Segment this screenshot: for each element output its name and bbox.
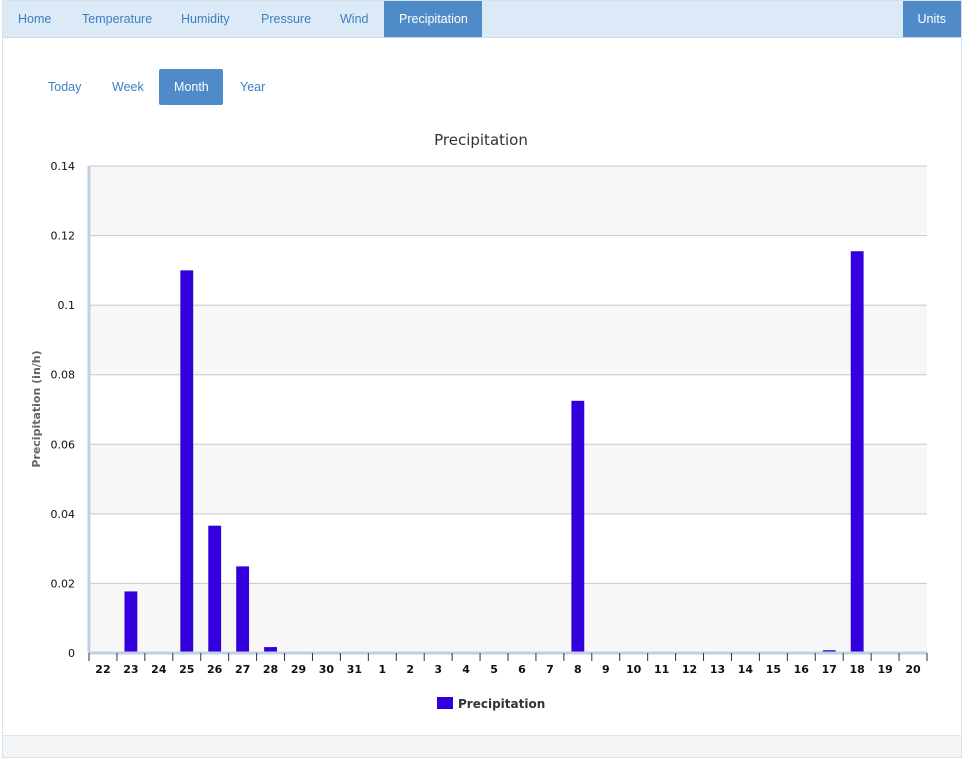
tab-today[interactable]: Today	[33, 69, 96, 105]
x-tick-label: 24	[151, 663, 167, 676]
x-tick-label: 26	[207, 663, 223, 676]
y-tick-label: 0.04	[51, 508, 76, 521]
y-tick-label: 0.1	[58, 299, 76, 312]
tab-week[interactable]: Week	[97, 69, 159, 105]
x-tick-label: 7	[546, 663, 554, 676]
x-tick-label: 27	[235, 663, 250, 676]
x-tick-label: 8	[574, 663, 582, 676]
x-tick-label: 19	[877, 663, 892, 676]
tab-year[interactable]: Year	[225, 69, 280, 105]
x-tick-label: 23	[123, 663, 138, 676]
y-tick-labels: 0 0.02 0.04 0.06 0.08 0.1 0.12 0.14	[51, 160, 76, 660]
x-tick-label: 10	[626, 663, 642, 676]
precipitation-chart: Precipitation 0 0.02 0.04 0.06 0.08 0.1 0.12 0.…	[30, 131, 928, 711]
x-tick-label: 17	[822, 663, 837, 676]
nav-item-humidity[interactable]: Humidity	[166, 1, 245, 37]
footer-bar	[3, 735, 961, 757]
legend[interactable]: Precipitation	[437, 697, 545, 711]
plot-band	[89, 444, 927, 514]
x-tick-label: 28	[263, 663, 278, 676]
nav-item-precipitation[interactable]: Precipitation	[384, 1, 482, 37]
top-navbar: Home Temperature Humidity Pressure Wind …	[3, 1, 961, 38]
x-tick-label: 18	[850, 663, 865, 676]
x-tick-label: 20	[905, 663, 921, 676]
y-tick-label: 0.02	[51, 577, 76, 590]
bar[interactable]	[850, 251, 864, 653]
bar[interactable]	[571, 400, 585, 653]
x-tick-label: 5	[490, 663, 498, 676]
x-tick-label: 9	[602, 663, 610, 676]
legend-label: Precipitation	[458, 697, 545, 711]
x-tick-label: 16	[794, 663, 810, 676]
x-tick-label: 22	[95, 663, 110, 676]
x-tick-label: 12	[682, 663, 697, 676]
x-tick-label: 3	[434, 663, 442, 676]
x-tick-label: 13	[710, 663, 725, 676]
nav-item-temperature[interactable]: Temperature	[67, 1, 167, 37]
tab-month[interactable]: Month	[159, 69, 223, 105]
x-tick-label: 4	[462, 663, 470, 676]
plot-band	[89, 235, 927, 306]
x-tick-label: 25	[179, 663, 194, 676]
nav-item-wind[interactable]: Wind	[325, 1, 383, 37]
nav-item-home[interactable]: Home	[3, 1, 66, 37]
app-frame: Home Temperature Humidity Pressure Wind …	[2, 0, 962, 758]
plot-band	[89, 305, 927, 375]
x-tick-label: 14	[738, 663, 754, 676]
bar[interactable]	[208, 525, 222, 653]
y-tick-label: 0	[68, 647, 75, 660]
x-tick-labels: 22 23 24 25 26 27 28 29 30 31 1 2 3 4 5 6 7 8 9 10 11 12 13 14 1…	[88, 653, 928, 676]
x-tick-label: 15	[766, 663, 781, 676]
y-tick-label: 0.08	[51, 369, 76, 382]
x-tick-label: 6	[518, 663, 526, 676]
y-tick-label: 0.14	[51, 160, 76, 173]
bar[interactable]	[180, 270, 194, 653]
nav-item-pressure[interactable]: Pressure	[246, 1, 326, 37]
x-tick-label: 31	[347, 663, 362, 676]
legend-swatch	[437, 697, 453, 709]
y-axis-label: Precipitation (in/h)	[30, 350, 43, 467]
x-tick-label: 30	[319, 663, 335, 676]
y-tick-label: 0.12	[51, 230, 76, 243]
plot-band	[89, 166, 927, 236]
units-button[interactable]: Units	[902, 1, 961, 37]
y-tick-label: 0.06	[51, 438, 76, 451]
x-tick-label: 1	[378, 663, 386, 676]
bar[interactable]	[236, 566, 250, 653]
x-tick-label: 29	[291, 663, 306, 676]
x-tick-label: 2	[406, 663, 414, 676]
x-tick-label: 11	[654, 663, 669, 676]
plot-band	[89, 374, 927, 445]
bar[interactable]	[124, 591, 138, 653]
chart-title: Precipitation	[434, 131, 528, 149]
